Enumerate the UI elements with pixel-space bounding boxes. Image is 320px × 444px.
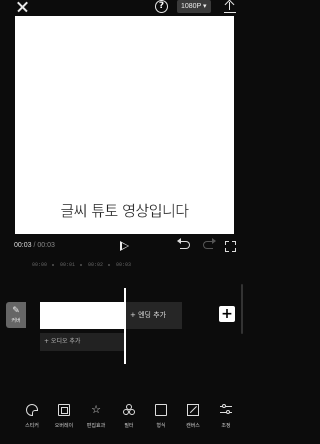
cover-button[interactable]: ✎ 커버	[6, 302, 26, 328]
tool-label: 편집효과	[86, 423, 106, 429]
play-icon[interactable]	[120, 241, 129, 251]
bottom-toolbar: 스티커 오버레이 ☆ 편집효과 필터 형식 캔버스 조정	[0, 404, 250, 444]
video-preview[interactable]: 글씨 튜토 영상입니다	[15, 16, 234, 234]
playhead[interactable]	[124, 288, 126, 364]
ruler-tick: 00:03	[116, 262, 132, 268]
timeline-scrollbar[interactable]	[241, 284, 243, 334]
ruler-tick: 00:00	[32, 262, 48, 268]
cover-label: 커버	[11, 318, 21, 324]
filter-icon	[123, 404, 135, 416]
ruler-dot	[108, 264, 110, 266]
tool-filter[interactable]: 필터	[114, 404, 144, 429]
tool-label: 형식	[156, 423, 166, 429]
tool-canvas[interactable]: 캔버스	[178, 404, 208, 429]
video-clip[interactable]	[40, 302, 124, 329]
top-bar: ? 1080P ▾	[0, 0, 250, 14]
pencil-icon: ✎	[12, 306, 20, 316]
preview-caption: 글씨 튜토 영상입니다	[60, 202, 189, 220]
tool-overlay[interactable]: 오버레이	[49, 404, 79, 429]
time-display: 00:03 / 00:03	[14, 242, 55, 249]
effect-icon: ☆	[91, 403, 101, 416]
playback-controls: 00:03 / 00:03	[0, 238, 250, 256]
close-icon[interactable]	[15, 0, 31, 14]
ruler-dot	[80, 264, 82, 266]
tool-label: 캔버스	[186, 423, 200, 429]
tool-sticker[interactable]: 스티커	[17, 404, 47, 429]
tool-format[interactable]: 형식	[146, 404, 176, 429]
help-icon[interactable]: ?	[155, 0, 168, 13]
tool-adjust[interactable]: 조정	[211, 404, 241, 429]
add-audio-button[interactable]: + 오디오 추가	[40, 333, 124, 351]
ruler-dot	[52, 264, 54, 266]
tool-label: 조정	[221, 423, 231, 429]
ruler-tick: 00:01	[60, 262, 76, 268]
tool-label: 오버레이	[54, 423, 74, 429]
fullscreen-icon[interactable]	[225, 241, 236, 252]
tool-label: 필터	[124, 423, 134, 429]
overlay-icon	[58, 404, 70, 416]
ruler-tick: 00:02	[88, 262, 104, 268]
format-icon	[155, 404, 167, 416]
add-clip-button[interactable]: +	[219, 306, 235, 322]
add-ending-button[interactable]: + 엔딩 추가	[124, 302, 182, 329]
total-time: / 00:03	[33, 242, 55, 249]
canvas-icon	[187, 404, 199, 416]
undo-icon[interactable]	[177, 238, 190, 249]
sticker-icon	[26, 404, 38, 416]
time-ruler: 00:00 00:01 00:02 00:03	[0, 262, 250, 272]
timeline[interactable]: ✎ 커버 + 엔딩 추가 + 오디오 추가 +	[0, 280, 250, 380]
tool-label: 스티커	[25, 423, 39, 429]
export-icon[interactable]	[223, 0, 237, 14]
redo-icon[interactable]	[203, 238, 216, 249]
current-time: 00:03	[14, 242, 32, 249]
resolution-dropdown[interactable]: 1080P ▾	[177, 0, 211, 13]
adjust-icon	[220, 404, 232, 416]
tool-effect[interactable]: ☆ 편집효과	[81, 403, 111, 430]
